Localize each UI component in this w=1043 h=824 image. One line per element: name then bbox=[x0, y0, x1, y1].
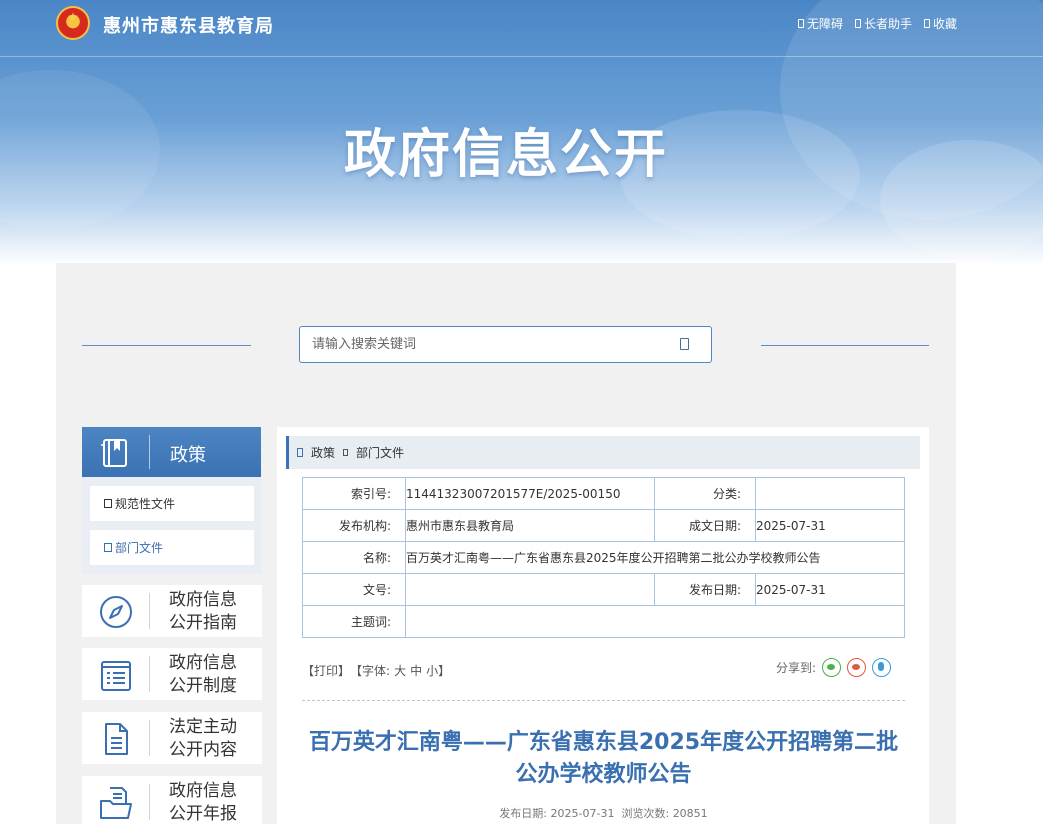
document-icon bbox=[104, 499, 112, 508]
sidebar-item-label: 规范性文件 bbox=[115, 497, 176, 511]
sidebar-item-label: 部门文件 bbox=[115, 541, 164, 555]
list-document-icon bbox=[101, 661, 131, 691]
national-emblem-icon: ★ bbox=[56, 6, 90, 40]
sidebar-item-annual-report[interactable]: 政府信息公开年报 bbox=[82, 776, 262, 824]
article-tools: 【打印】 【字体: 大 中 小 】 bbox=[302, 662, 450, 679]
sidebar-policy-title: 政策 bbox=[170, 445, 206, 466]
weibo-share-icon[interactable] bbox=[847, 658, 867, 677]
top-links: 无障碍 长者助手 收藏 bbox=[797, 15, 957, 32]
meta-value: 惠州市惠东县教育局 bbox=[405, 509, 655, 542]
sidebar-item-label: 政府信息公开指南 bbox=[169, 590, 237, 633]
meta-label: 索引号: bbox=[302, 477, 406, 510]
share-label: 分享到: bbox=[776, 661, 817, 675]
favorite-label: 收藏 bbox=[932, 17, 957, 31]
accessibility-icon bbox=[797, 19, 804, 28]
elder-assistant-icon bbox=[854, 19, 861, 28]
meta-label: 发布日期: bbox=[654, 573, 756, 606]
hero-title: 政府信息公开 bbox=[343, 125, 668, 185]
font-small-button[interactable]: 小 bbox=[426, 662, 438, 679]
font-size-suffix: 】 bbox=[438, 664, 451, 678]
meta-value: 百万英才汇南粤——广东省惠东县2025年度公开招聘第二批公办学校教师公告 bbox=[405, 541, 905, 574]
table-row: 索引号: 11441323007201577E/2025-00150 分类: bbox=[302, 477, 905, 510]
table-row: 主题词: bbox=[302, 605, 905, 638]
compass-icon bbox=[100, 596, 132, 628]
folder-report-icon bbox=[100, 787, 132, 819]
elder-assistant-label: 长者助手 bbox=[863, 17, 912, 31]
meta-label: 文号: bbox=[302, 573, 406, 606]
search-button[interactable] bbox=[680, 338, 692, 352]
card-divider bbox=[149, 656, 150, 692]
sidebar-item-disclosure-system[interactable]: 政府信息公开制度 bbox=[82, 648, 262, 700]
view-count-value: 20851 bbox=[672, 807, 708, 820]
meta-value bbox=[405, 573, 655, 606]
elder-assistant-link[interactable]: 长者助手 bbox=[854, 15, 912, 32]
sidebar-item-disclosure-guide[interactable]: 政府信息公开指南 bbox=[82, 585, 262, 637]
article-meta: 发布日期: 2025-07-31 浏览次数: 20851 bbox=[302, 805, 905, 821]
document-meta-table: 索引号: 11441323007201577E/2025-00150 分类: 发… bbox=[302, 477, 905, 638]
meta-value: 2025-07-31 bbox=[755, 509, 905, 542]
chevron-right-icon bbox=[343, 449, 349, 456]
header-divider bbox=[149, 435, 150, 469]
search-box bbox=[299, 326, 712, 363]
share-bar: 分享到: bbox=[776, 658, 892, 677]
meta-value: 2025-07-31 bbox=[755, 573, 905, 606]
divider bbox=[302, 700, 905, 701]
sidebar-item-statutory-content[interactable]: 法定主动公开内容 bbox=[82, 712, 262, 764]
publish-date-label: 发布日期: bbox=[499, 807, 548, 820]
home-icon bbox=[297, 448, 303, 457]
sidebar-item-label: 政府信息公开年报 bbox=[169, 781, 237, 824]
sidebar-item-label: 法定主动公开内容 bbox=[169, 717, 237, 760]
meta-value bbox=[755, 477, 905, 510]
sidebar-item-normative-docs[interactable]: 规范性文件 bbox=[90, 486, 254, 521]
sidebar-policy-header[interactable]: 政策 bbox=[82, 427, 261, 477]
sidebar-policy-submenu: 规范性文件 部门文件 bbox=[82, 477, 261, 574]
header-banner: ★ 惠州市惠东县教育局 无障碍 长者助手 收藏 政府信息公开 bbox=[0, 0, 1043, 265]
card-divider bbox=[149, 784, 150, 820]
accessibility-link[interactable]: 无障碍 bbox=[797, 15, 843, 32]
breadcrumb-department-docs[interactable]: 部门文件 bbox=[356, 444, 404, 461]
search-input[interactable] bbox=[300, 327, 660, 362]
sidebar-item-label: 政府信息公开制度 bbox=[169, 653, 237, 696]
accessibility-label: 无障碍 bbox=[806, 17, 843, 31]
search-decoration-line bbox=[82, 345, 251, 346]
sidebar-item-department-docs[interactable]: 部门文件 bbox=[90, 530, 254, 565]
breadcrumb: 政策 部门文件 bbox=[286, 436, 920, 469]
card-divider bbox=[149, 593, 150, 629]
meta-label: 主题词: bbox=[302, 605, 406, 638]
table-row: 名称: 百万英才汇南粤——广东省惠东县2025年度公开招聘第二批公办学校教师公告 bbox=[302, 541, 905, 574]
breadcrumb-policy[interactable]: 政策 bbox=[311, 444, 335, 461]
file-text-icon bbox=[105, 723, 128, 755]
wechat-share-icon[interactable] bbox=[822, 658, 842, 677]
print-button[interactable]: 【打印】 bbox=[302, 662, 350, 679]
table-row: 发布机构: 惠州市惠东县教育局 成文日期: 2025-07-31 bbox=[302, 509, 905, 542]
banner-divider bbox=[0, 56, 1043, 57]
site-name[interactable]: 惠州市惠东县教育局 bbox=[103, 12, 274, 38]
favorite-link[interactable]: 收藏 bbox=[923, 15, 957, 32]
card-divider bbox=[149, 720, 150, 756]
meta-value: 11441323007201577E/2025-00150 bbox=[405, 477, 655, 510]
book-icon bbox=[101, 439, 127, 467]
publish-date-value: 2025-07-31 bbox=[550, 807, 615, 820]
meta-label: 分类: bbox=[654, 477, 756, 510]
qq-share-icon[interactable] bbox=[872, 658, 892, 677]
meta-label: 成文日期: bbox=[654, 509, 756, 542]
view-count-label: 浏览次数: bbox=[621, 807, 670, 820]
meta-label: 名称: bbox=[302, 541, 406, 574]
table-row: 文号: 发布日期: 2025-07-31 bbox=[302, 573, 905, 606]
favorite-icon bbox=[923, 19, 930, 28]
article-title: 百万英才汇南粤——广东省惠东县2025年度公开招聘第二批公办学校教师公告 bbox=[308, 730, 899, 787]
search-decoration-line bbox=[761, 345, 929, 346]
font-size-prefix: 【字体: bbox=[350, 664, 391, 678]
font-medium-button[interactable]: 中 bbox=[410, 662, 422, 679]
meta-label: 发布机构: bbox=[302, 509, 406, 542]
meta-value bbox=[405, 605, 905, 638]
font-large-button[interactable]: 大 bbox=[394, 662, 406, 679]
document-icon bbox=[104, 543, 112, 552]
search-icon bbox=[680, 338, 689, 350]
